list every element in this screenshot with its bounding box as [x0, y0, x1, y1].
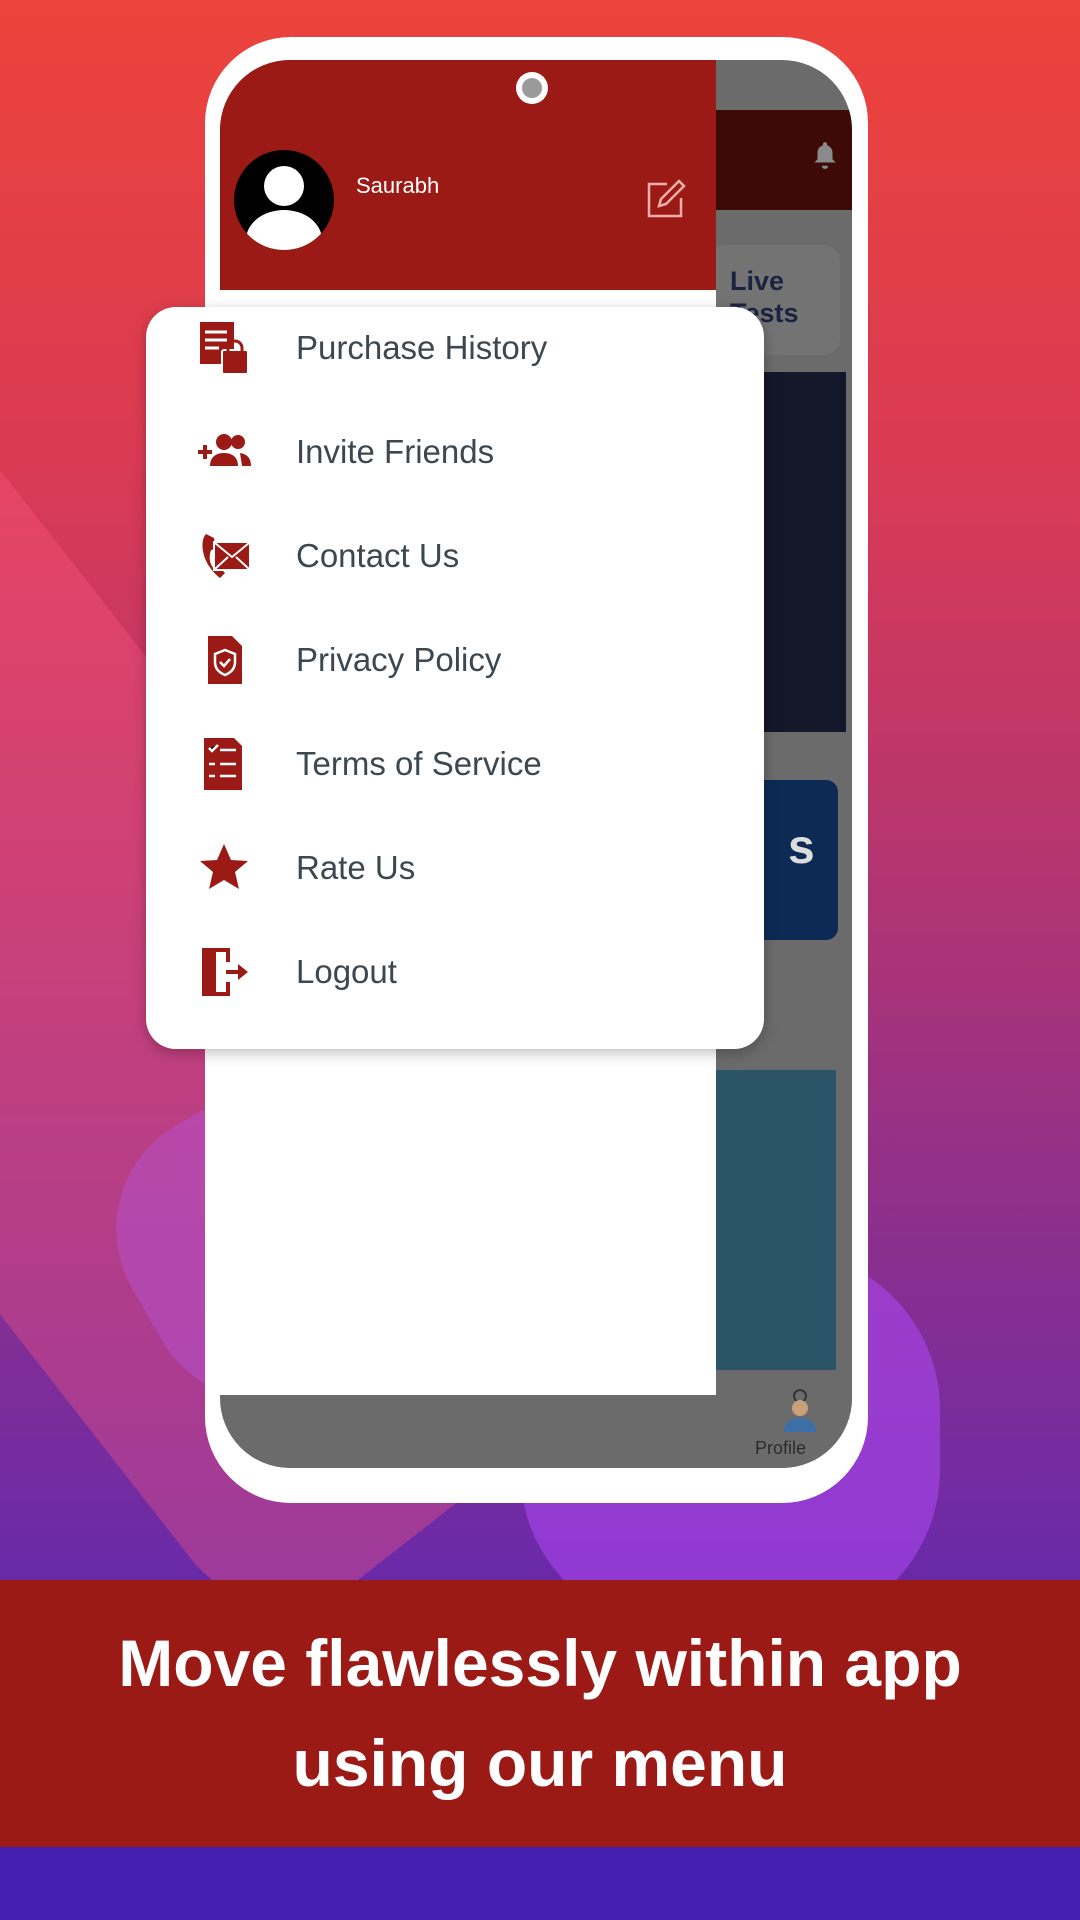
profile-icon[interactable]	[780, 1388, 820, 1432]
app-header	[716, 110, 852, 210]
menu-item-invite-friends[interactable]: Invite Friends	[146, 412, 764, 492]
menu-item-terms-of-service[interactable]: Terms of Service	[146, 724, 764, 804]
privacy-shield-icon	[208, 636, 242, 684]
menu-item-label: Contact Us	[296, 537, 460, 574]
menu-item-rate-us[interactable]: Rate Us	[146, 828, 764, 908]
menu-item-purchase-history[interactable]: Purchase History	[146, 308, 764, 388]
edit-icon[interactable]	[645, 178, 687, 220]
promo-banner[interactable]	[716, 1070, 836, 1370]
menu-item-label: Invite Friends	[296, 433, 495, 470]
menu-item-label: Purchase History	[296, 329, 548, 366]
bottom-strip	[0, 1847, 1080, 1920]
menu-item-logout[interactable]: Logout	[146, 932, 764, 1012]
menu-item-privacy-policy[interactable]: Privacy Policy	[146, 620, 764, 700]
invite-friends-icon	[198, 434, 251, 466]
star-icon	[200, 844, 248, 889]
bottom-nav: Profile	[745, 1380, 852, 1468]
drawer-header: Saurabh	[220, 60, 716, 290]
menu-item-label: Privacy Policy	[296, 641, 502, 678]
contact-icon	[202, 534, 251, 578]
user-icon	[246, 166, 322, 250]
menu-item-contact-us[interactable]: Contact Us	[146, 516, 764, 596]
terms-document-icon	[204, 738, 242, 790]
caption-line: using our menu	[292, 1726, 788, 1800]
menu-item-label: Terms of Service	[296, 745, 542, 782]
nav-profile-label[interactable]: Profile	[755, 1438, 806, 1459]
avatar[interactable]	[234, 150, 334, 250]
caption-banner: Move flawlessly within app using our men…	[0, 1580, 1080, 1847]
purchase-history-icon	[200, 322, 249, 375]
logout-icon	[202, 948, 248, 996]
camera-notch	[516, 72, 548, 104]
drawer-menu: Purchase History Invite Friends Contact …	[146, 307, 764, 1049]
caption-line: Move flawlessly within app	[118, 1626, 962, 1700]
menu-item-label: Rate Us	[296, 849, 416, 886]
menu-item-label: Logout	[296, 953, 397, 990]
username: Saurabh	[356, 173, 440, 198]
bell-icon[interactable]	[812, 140, 838, 170]
